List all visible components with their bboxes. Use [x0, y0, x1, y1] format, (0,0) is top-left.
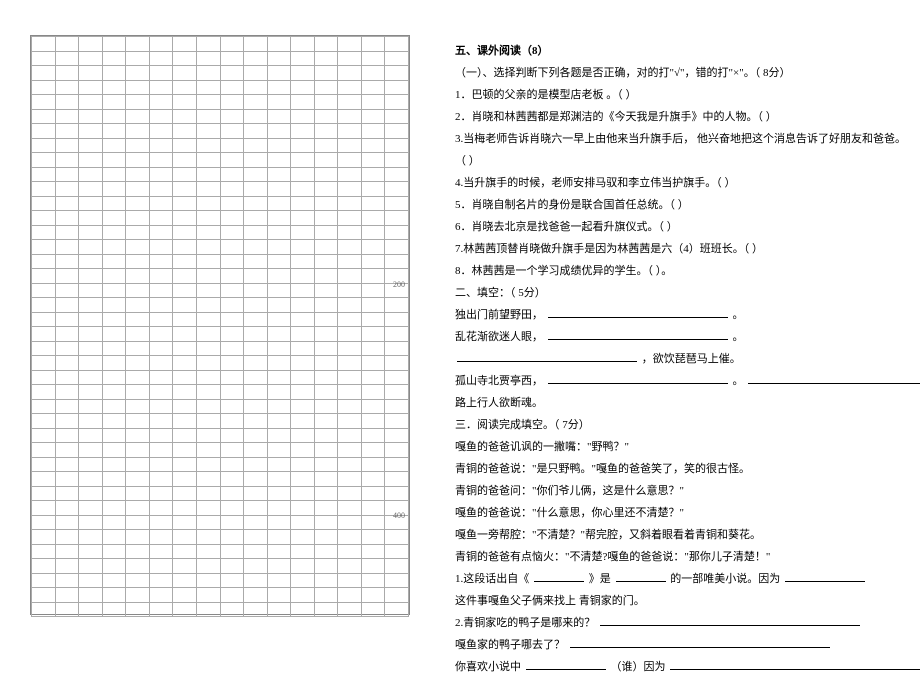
p3q1b: 》是 [589, 573, 611, 585]
poem-line-2: 乱花渐欲迷人眼， 。 [455, 326, 920, 348]
poem-5a: 路上行人欲断魂。 [455, 397, 543, 409]
grid-marker-400: 400 [393, 511, 405, 520]
blank-poem-1[interactable] [548, 306, 728, 318]
blank-poem-3[interactable] [457, 350, 637, 362]
blank-book-title[interactable] [534, 570, 584, 582]
content-panel: 五、课外阅读（8） （一）、选择判断下列各题是否正确，对的打"√"，错的打"×"… [455, 35, 920, 631]
blank-author[interactable] [616, 570, 666, 582]
poem-4b: 。 [733, 375, 744, 387]
grid-table [31, 36, 409, 617]
question-2: 2．肖晓和林茜茜都是郑渊洁的《今天我是升旗手》中的人物。（ ） [455, 106, 920, 128]
poem-line-3: ，欲饮琵琶马上催。 [455, 348, 920, 370]
blank-who[interactable] [526, 658, 606, 670]
passage-line-1: 嘎鱼的爸爸讥讽的一撇嘴："野鸭？" [455, 436, 920, 458]
poem-4a: 孤山寺北贾亭西， [455, 375, 543, 387]
p3q5a: 你喜欢小说中 [455, 661, 521, 673]
p3-question-4: 嘎鱼家的鸭子哪去了？ [455, 634, 920, 656]
blank-poem-4b[interactable] [748, 372, 920, 384]
passage-line-3: 青铜的爸爸问："你们爷儿俩，这是什么意思？" [455, 480, 920, 502]
poem-line-4: 孤山寺北贾亭西， 。 ， [455, 370, 920, 392]
question-8: 8．林茜茜是一个学习成绩优异的学生。（ ）。 [455, 260, 920, 282]
writing-grid: 200 400 [30, 35, 410, 615]
p3-question-1: 1.这段话出自《 》是 的一部唯美小说。因为 [455, 568, 920, 590]
blank-reason[interactable] [785, 570, 865, 582]
poem-1a: 独出门前望野田， [455, 309, 543, 321]
passage-line-4: 嘎鱼的爸爸说："什么意思，你心里还不清楚？" [455, 502, 920, 524]
p3q5b: （谁）因为 [611, 661, 666, 673]
poem-2a: 乱花渐欲迷人眼， [455, 331, 543, 343]
grid-marker-200: 200 [393, 280, 405, 289]
p3-question-2: 这件事嘎鱼父子俩来找上 青铜家的门。 [455, 590, 920, 612]
blank-q4[interactable] [570, 636, 830, 648]
blank-q3[interactable] [600, 614, 860, 626]
question-6: 6．肖晓去北京是找爸爸一起看升旗仪式。（ ） [455, 216, 920, 238]
passage-line-2: 青铜的爸爸说："是只野鸭。"嘎鱼的爸爸笑了，笑的很古怪。 [455, 458, 920, 480]
p3q1a: 1.这段话出自《 [455, 573, 529, 585]
poem-line-1: 独出门前望野田， 。 [455, 304, 920, 326]
poem-3a: ，欲饮琵琶马上催。 [642, 353, 741, 365]
blank-poem-2[interactable] [548, 328, 728, 340]
question-3b: （ ） [455, 150, 920, 172]
question-7: 7.林茜茜顶替肖晓做升旗手是因为林茜茜是六（4）班班长。（ ） [455, 238, 920, 260]
blank-why[interactable] [670, 658, 920, 670]
part1-instruction: （一）、选择判断下列各题是否正确，对的打"√"，错的打"×"。（ 8分） [455, 62, 920, 84]
part3-title: 三．阅读完成填空。（ 7分） [455, 414, 920, 436]
poem-line-5: 路上行人欲断魂。 [455, 392, 920, 414]
passage-line-6: 青铜的爸爸有点恼火："不清楚?嘎鱼的爸爸说："那你儿子清楚！" [455, 546, 920, 568]
p3-question-5: 你喜欢小说中 （谁）因为 [455, 656, 920, 678]
p3q1c: 的一部唯美小说。因为 [670, 573, 780, 585]
section-title: 五、课外阅读（8） [455, 40, 920, 62]
writing-grid-panel: 200 400 [30, 35, 410, 631]
p3q3a: 2.青铜家吃的鸭子是哪来的？ [455, 617, 595, 629]
p3q4a: 嘎鱼家的鸭子哪去了？ [455, 639, 565, 651]
question-3: 3.当梅老师告诉肖晓六一早上由他来当升旗手后， 他兴奋地把这个消息告诉了好朋友和… [455, 128, 920, 150]
poem-1b: 。 [733, 309, 744, 321]
question-4: 4.当升旗手的时候，老师安排马驭和李立伟当护旗手。（ ） [455, 172, 920, 194]
question-5: 5．肖晓自制名片的身份是联合国首任总统。（ ） [455, 194, 920, 216]
p3-question-3: 2.青铜家吃的鸭子是哪来的？ [455, 612, 920, 634]
part2-title: 二、填空：（ 5分） [455, 282, 920, 304]
passage-line-5: 嘎鱼一旁帮腔："不清楚？"帮完腔，又斜着眼看着青铜和葵花。 [455, 524, 920, 546]
poem-2b: 。 [733, 331, 744, 343]
question-1: 1．巴顿的父亲的是模型店老板 。（ ） [455, 84, 920, 106]
blank-poem-4[interactable] [548, 372, 728, 384]
